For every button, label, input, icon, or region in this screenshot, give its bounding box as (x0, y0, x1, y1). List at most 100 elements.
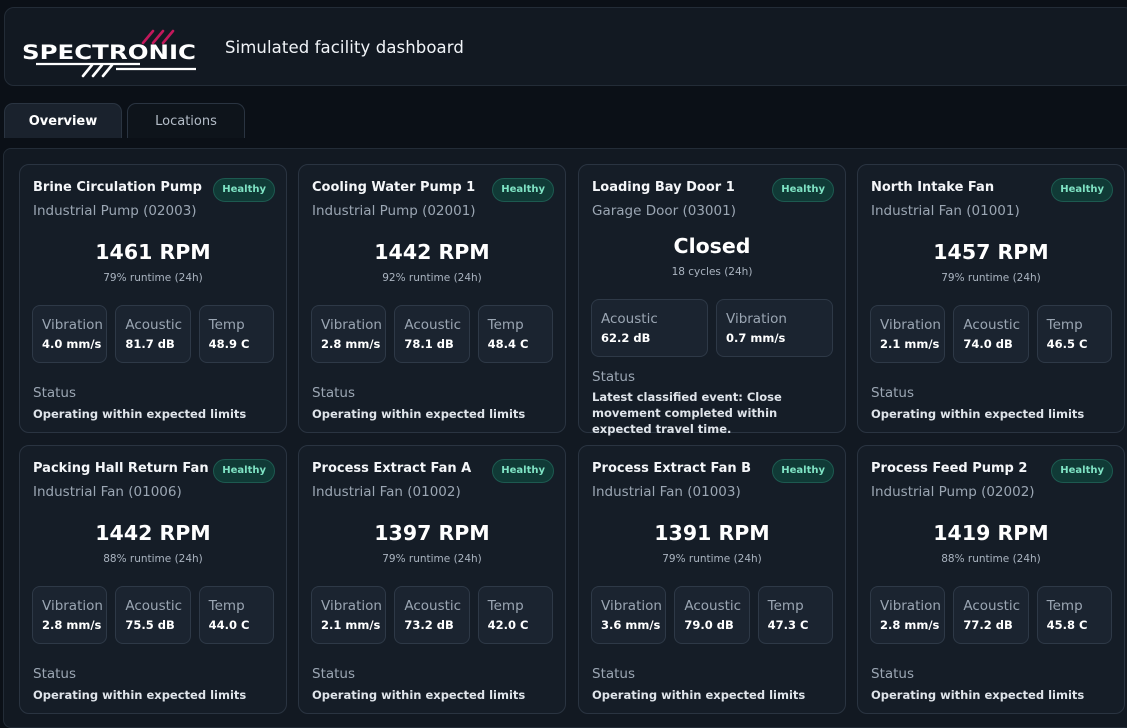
status-label: Status (592, 666, 636, 682)
status-badge: Healthy (213, 178, 275, 202)
tile-value: 74.0 dB (963, 337, 1013, 351)
status-badge: Healthy (772, 178, 834, 202)
acoustic-tile: Acoustic 75.5 dB (115, 586, 191, 644)
asset-type: Industrial Pump (02001) (312, 203, 476, 219)
metric-tiles: Vibration 2.8 mm/s Acoustic 77.2 dB Temp… (870, 586, 1112, 644)
vibration-tile: Vibration 4.0 mm/s (32, 305, 108, 363)
temp-tile: Temp 44.0 C (198, 586, 274, 644)
asset-name: Cooling Water Pump 1 (312, 180, 476, 195)
tile-value: 3.6 mm/s (601, 618, 661, 632)
status-text: Operating within expected limits (871, 407, 1085, 421)
tile-value: 0.7 mm/s (726, 331, 786, 345)
asset-card[interactable]: Process Extract Fan B Industrial Fan (01… (578, 445, 846, 714)
metric-tiles: Vibration 4.0 mm/s Acoustic 81.7 dB Temp… (32, 305, 274, 363)
asset-type: Industrial Fan (01002) (312, 484, 461, 500)
asset-card[interactable]: Brine Circulation Pump Industrial Pump (… (19, 164, 287, 433)
tile-label: Temp (1046, 598, 1083, 614)
tile-label: Acoustic (684, 598, 742, 614)
tab-overview[interactable]: Overview (4, 103, 122, 138)
tile-label: Vibration (42, 317, 103, 333)
tile-value: 75.5 dB (125, 618, 175, 632)
tile-label: Acoustic (404, 317, 462, 333)
app-header: SPECTRONIC Simulated facility dashboard (4, 7, 1127, 86)
tile-label: Vibration (321, 598, 382, 614)
vibration-tile: Vibration 2.8 mm/s (870, 586, 946, 644)
tile-value: 79.0 dB (684, 618, 734, 632)
status-text: Operating within expected limits (33, 407, 247, 421)
temp-tile: Temp 45.8 C (1036, 586, 1112, 644)
runtime-label: 79% runtime (24h) (662, 553, 762, 565)
tile-value: 78.1 dB (404, 337, 454, 351)
tile-label: Vibration (42, 598, 103, 614)
tile-value: 48.9 C (208, 337, 250, 351)
status-label: Status (312, 666, 356, 682)
status-label: Status (312, 385, 356, 401)
tile-value: 2.1 mm/s (321, 618, 381, 632)
status-text: Operating within expected limits (312, 407, 526, 421)
tile-value: 44.0 C (208, 618, 250, 632)
cycles-label: 18 cycles (24h) (671, 266, 753, 278)
asset-card[interactable]: Loading Bay Door 1 Garage Door (03001) H… (578, 164, 846, 436)
temp-tile: Temp 46.5 C (1036, 305, 1112, 363)
asset-name: Brine Circulation Pump (33, 180, 202, 195)
tile-value: 45.8 C (1046, 618, 1088, 632)
asset-name: North Intake Fan (871, 180, 995, 195)
tab-locations[interactable]: Locations (127, 103, 245, 138)
asset-card[interactable]: North Intake Fan Industrial Fan (01001) … (857, 164, 1125, 433)
status-text: Operating within expected limits (312, 688, 526, 702)
status-label: Status (871, 385, 915, 401)
tile-label: Acoustic (963, 598, 1021, 614)
asset-type: Industrial Pump (02002) (871, 484, 1035, 500)
status-badge: Healthy (772, 459, 834, 483)
asset-card[interactable]: Cooling Water Pump 1 Industrial Pump (02… (298, 164, 566, 433)
runtime-label: 88% runtime (24h) (103, 553, 203, 565)
asset-name: Loading Bay Door 1 (592, 180, 735, 195)
asset-card[interactable]: Process Feed Pump 2 Industrial Pump (020… (857, 445, 1125, 714)
primary-metric: Closed (673, 234, 751, 258)
temp-tile: Temp 42.0 C (477, 586, 553, 644)
tile-value: 46.5 C (1046, 337, 1088, 351)
tile-label: Acoustic (125, 317, 183, 333)
acoustic-tile: Acoustic 81.7 dB (115, 305, 191, 363)
tile-label: Temp (487, 317, 524, 333)
runtime-label: 79% runtime (24h) (103, 272, 203, 284)
primary-metric: 1442 RPM (374, 240, 490, 264)
tile-label: Temp (208, 317, 245, 333)
primary-metric: 1461 RPM (95, 240, 211, 264)
asset-card[interactable]: Process Extract Fan A Industrial Fan (01… (298, 445, 566, 714)
asset-name: Process Extract Fan B (592, 461, 752, 476)
tile-value: 42.0 C (487, 618, 529, 632)
acoustic-tile: Acoustic 78.1 dB (394, 305, 470, 363)
status-label: Status (33, 666, 77, 682)
tile-label: Acoustic (601, 311, 658, 327)
tile-value: 2.8 mm/s (42, 618, 102, 632)
asset-type: Industrial Fan (01003) (592, 484, 741, 500)
asset-name: Packing Hall Return Fan (33, 461, 209, 476)
asset-card[interactable]: Packing Hall Return Fan Industrial Fan (… (19, 445, 287, 714)
primary-metric: 1397 RPM (374, 521, 490, 545)
vibration-tile: Vibration 2.1 mm/s (870, 305, 946, 363)
tile-label: Temp (767, 598, 804, 614)
runtime-label: 79% runtime (24h) (941, 272, 1041, 284)
metric-tiles: Vibration 3.6 mm/s Acoustic 79.0 dB Temp… (591, 586, 833, 644)
vibration-tile: Vibration 2.1 mm/s (311, 586, 387, 644)
asset-name: Process Extract Fan A (312, 461, 472, 476)
vibration-tile: Vibration 0.7 mm/s (716, 299, 833, 357)
tile-value: 77.2 dB (963, 618, 1013, 632)
spectronic-logo: SPECTRONIC (22, 29, 196, 78)
tile-value: 2.8 mm/s (321, 337, 381, 351)
tile-value: 4.0 mm/s (42, 337, 102, 351)
status-badge: Healthy (213, 459, 275, 483)
status-text: Operating within expected limits (33, 688, 247, 702)
tile-label: Vibration (321, 317, 382, 333)
acoustic-tile: Acoustic 79.0 dB (674, 586, 750, 644)
status-text: Operating within expected limits (592, 688, 806, 702)
runtime-label: 79% runtime (24h) (382, 553, 482, 565)
tile-value: 62.2 dB (601, 331, 651, 345)
primary-metric: 1442 RPM (95, 521, 211, 545)
status-badge: Healthy (492, 459, 554, 483)
status-badge: Healthy (1051, 459, 1113, 483)
tile-value: 48.4 C (487, 337, 529, 351)
status-label: Status (592, 369, 636, 385)
acoustic-tile: Acoustic 77.2 dB (953, 586, 1029, 644)
